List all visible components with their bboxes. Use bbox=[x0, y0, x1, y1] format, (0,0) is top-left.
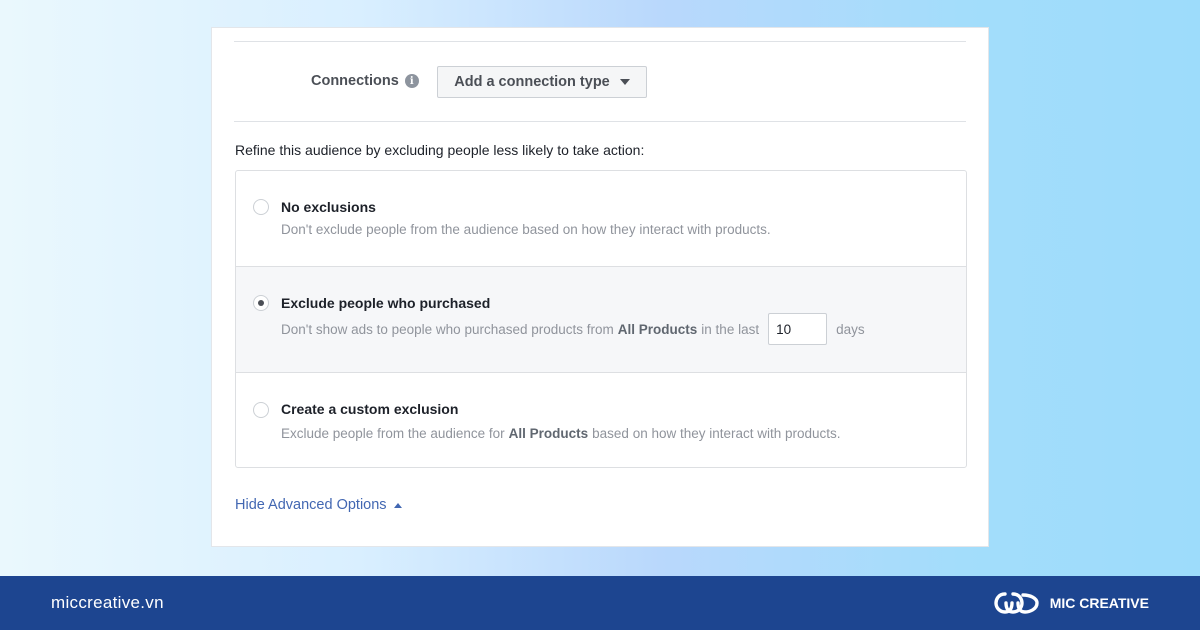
radio-selected-dot bbox=[258, 300, 264, 306]
add-connection-type-dropdown[interactable]: Add a connection type bbox=[437, 66, 647, 98]
radio-custom-exclusion[interactable] bbox=[253, 402, 269, 418]
days-input[interactable] bbox=[768, 313, 828, 345]
audience-card: Connections i Add a connection type Refi… bbox=[211, 27, 989, 547]
desc-text: in the last bbox=[701, 321, 760, 337]
radio-exclude-purchased[interactable] bbox=[253, 295, 269, 311]
chevron-down-icon bbox=[619, 79, 630, 85]
brand-name: MIC CREATIVE bbox=[1049, 595, 1149, 611]
hide-advanced-options-link[interactable]: Hide Advanced Options bbox=[235, 497, 402, 513]
footer-bar: miccreative.vn MIC CREATIVE bbox=[0, 576, 1200, 630]
mic-creative-logo-icon bbox=[993, 592, 1039, 614]
site-url[interactable]: miccreative.vn bbox=[51, 593, 164, 613]
option-description: Don't exclude people from the audience b… bbox=[281, 222, 771, 237]
option-exclude-purchased[interactable]: Exclude people who purchased Don't show … bbox=[236, 266, 966, 372]
connections-label-text: Connections bbox=[311, 73, 399, 89]
refine-instruction: Refine this audience by excluding people… bbox=[235, 142, 645, 158]
option-description: Don't show ads to people who purchased p… bbox=[281, 313, 865, 345]
option-no-exclusions[interactable]: No exclusions Don't exclude people from … bbox=[236, 171, 966, 266]
chevron-up-icon bbox=[393, 502, 402, 508]
option-title: No exclusions bbox=[281, 199, 376, 215]
info-icon[interactable]: i bbox=[404, 74, 419, 88]
section-divider bbox=[234, 121, 966, 122]
exclusion-options: No exclusions Don't exclude people from … bbox=[235, 170, 967, 468]
desc-text: Don't show ads to people who purchased p… bbox=[281, 321, 614, 337]
desc-text: Exclude people from the audience for bbox=[281, 426, 505, 441]
radio-no-exclusions[interactable] bbox=[253, 199, 269, 215]
desc-bold-products: All Products bbox=[508, 426, 589, 441]
desc-bold-products: All Products bbox=[617, 321, 698, 337]
brand: MIC CREATIVE bbox=[993, 589, 1149, 617]
option-custom-exclusion[interactable]: Create a custom exclusion Exclude people… bbox=[236, 372, 966, 467]
add-connection-type-label: Add a connection type bbox=[454, 74, 610, 90]
hide-advanced-label: Hide Advanced Options bbox=[235, 497, 387, 513]
option-title: Create a custom exclusion bbox=[281, 401, 459, 417]
option-title: Exclude people who purchased bbox=[281, 295, 491, 311]
desc-text: days bbox=[836, 321, 865, 337]
connections-label: Connections i bbox=[311, 73, 419, 89]
desc-text: based on how they interact with products… bbox=[592, 426, 841, 441]
top-divider bbox=[234, 41, 966, 42]
option-description: Exclude people from the audience for All… bbox=[281, 426, 841, 441]
